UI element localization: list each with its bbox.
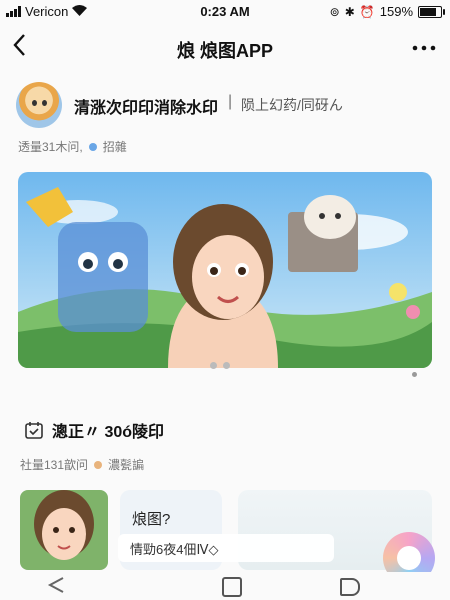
page-title: 烺 烺图APP <box>176 41 273 61</box>
calendar-check-icon <box>25 422 43 439</box>
meta-row: 透量31木问, 招雜 <box>18 138 127 155</box>
card-thumbnail-illustration <box>20 490 108 570</box>
card-thumbnail[interactable] <box>20 490 108 570</box>
tag-dot-icon <box>88 142 97 151</box>
battery-percent: 159% <box>379 4 413 19</box>
author-subtitle: 陨上幻药/同砑ん <box>241 97 343 113</box>
more-button[interactable] <box>412 32 436 58</box>
tooltip-bar[interactable]: 情勁6夜4佃Ⅳ◇ <box>118 534 334 562</box>
view-stats: 透量31木问, <box>18 140 83 154</box>
tag-label[interactable]: 招雜 <box>103 138 127 155</box>
avatar[interactable] <box>16 82 62 128</box>
triangle-back-icon <box>47 577 64 593</box>
carousel-dot[interactable] <box>223 362 230 369</box>
nav-bar: 烺 烺图APP <box>0 26 450 70</box>
battery-icon <box>418 5 445 18</box>
carousel-dot[interactable] <box>210 362 217 369</box>
alarm-icon: ⏰ <box>359 4 375 19</box>
tooltip-text: 情勁6夜4佃Ⅳ◇ <box>130 541 219 557</box>
page-dot <box>412 372 417 377</box>
section-header[interactable]: 漗正〃 30ó陵印 <box>24 418 164 442</box>
more-dots-icon <box>412 45 436 51</box>
section-tag-dot-icon <box>94 460 103 469</box>
system-nav-bar <box>0 572 450 600</box>
status-bar: Vericon 0:23 AM ⊚ ✱ ⏰ 159% <box>0 0 450 24</box>
banner-illustration <box>18 172 432 368</box>
banner-image[interactable] <box>18 172 432 368</box>
author-row[interactable]: 清涨次印印消除水印 | 陨上幻药/同砑ん <box>16 80 434 130</box>
author-separator: | <box>228 93 233 110</box>
section-meta: 社量131歆问 濃甏諞 <box>20 456 144 473</box>
system-recent-button[interactable] <box>340 578 360 596</box>
card-question-title: 烺图? <box>132 511 171 528</box>
section-stats: 社量131歆问 <box>20 458 89 472</box>
bluetooth-icon: ✱ <box>344 4 355 19</box>
author-name: 清涨次印印消除水印 <box>74 100 219 117</box>
system-back-button[interactable] <box>46 576 66 597</box>
section-tag-label[interactable]: 濃甏諞 <box>108 456 144 473</box>
lock-rotation-icon: ⊚ <box>329 4 340 19</box>
system-home-button[interactable] <box>222 577 242 597</box>
section-title: 漗正〃 30ó陵印 <box>52 424 165 441</box>
carousel-indicator <box>210 362 230 369</box>
status-right: ⊚ ✱ ⏰ 159% <box>329 4 445 19</box>
